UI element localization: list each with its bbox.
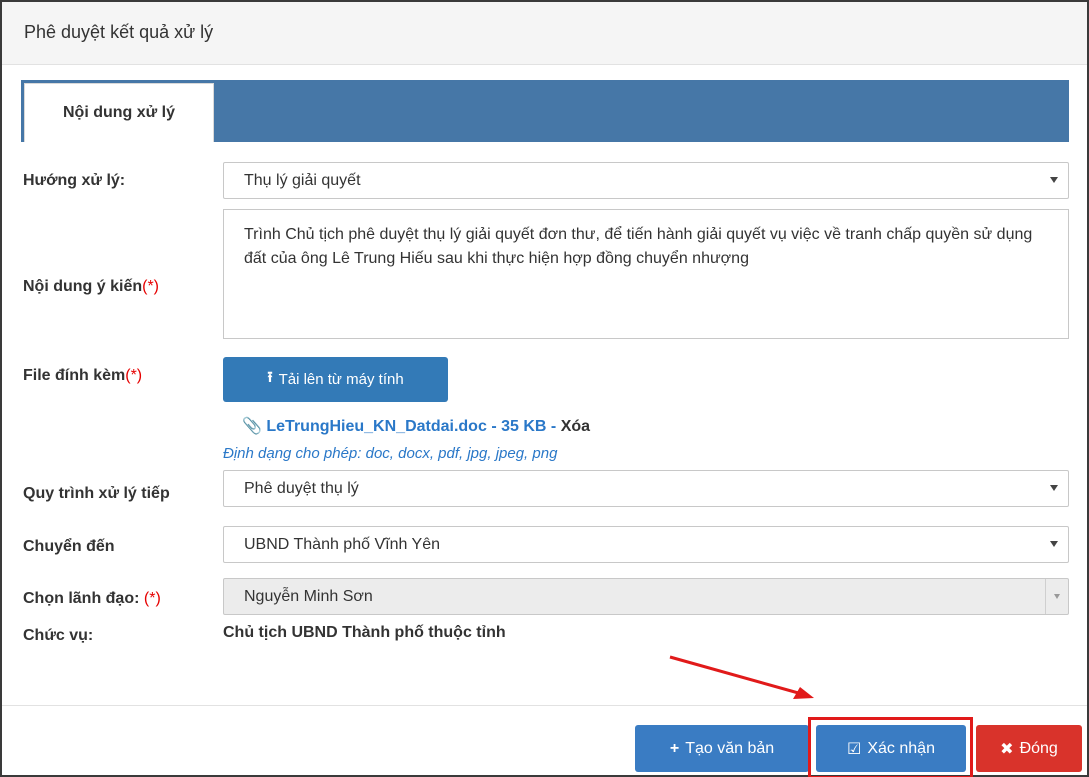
tab-label: Nội dung xử lý <box>62 104 176 121</box>
upload-icon: ⭱ <box>267 369 273 386</box>
handling-select[interactable]: Thụ lý giải quyết <box>223 162 1069 199</box>
opinion-textarea[interactable]: Trình Chủ tịch phê duyệt thụ lý giải quy… <box>223 209 1069 339</box>
position-value: Chủ tịch UBND Thành phố thuộc tỉnh <box>223 624 506 641</box>
paperclip-icon: 📎 <box>242 418 262 435</box>
next-process-select[interactable]: Phê duyệt thụ lý <box>223 470 1069 507</box>
chevron-down-icon <box>1050 177 1058 183</box>
transfer-select[interactable]: UBND Thành phố Vĩnh Yên <box>223 526 1069 563</box>
close-icon: ✖ <box>1000 740 1014 758</box>
transfer-label: Chuyển đến <box>23 538 115 555</box>
position-label: Chức vụ: <box>23 627 94 644</box>
modal-header: Phê duyệt kết quả xử lý <box>2 2 1087 65</box>
check-square-icon: ☑ <box>847 740 862 758</box>
next-process-value: Phê duyệt thụ lý <box>244 480 359 497</box>
handling-label: Hướng xử lý: <box>23 172 126 189</box>
close-button[interactable]: ✖ Đóng <box>976 725 1082 772</box>
tab-bar: Nội dung xử lý <box>21 80 1069 142</box>
attachment-label: File đính kèm(*) <box>23 367 143 384</box>
next-process-label: Quy trình xử lý tiếp <box>23 485 170 502</box>
handling-value: Thụ lý giải quyết <box>244 172 361 189</box>
file-size: 35 KB <box>501 418 547 435</box>
tab-processing-content[interactable]: Nội dung xử lý <box>24 83 214 142</box>
footer-divider <box>2 705 1087 706</box>
attached-file: 📎 LeTrungHieu_KN_Datdai.doc - 35 KB - Xó… <box>242 418 591 435</box>
file-name-link[interactable]: LeTrungHieu_KN_Datdai.doc <box>266 418 486 435</box>
leader-select[interactable]: Nguyễn Minh Sơn <box>223 578 1069 615</box>
transfer-value: UBND Thành phố Vĩnh Yên <box>244 536 440 553</box>
upload-button[interactable]: ⭱ Tải lên từ máy tính <box>223 357 448 402</box>
approval-modal: Phê duyệt kết quả xử lý Nội dung xử lý H… <box>0 0 1089 777</box>
plus-icon: + <box>669 739 680 757</box>
modal-title: Phê duyệt kết quả xử lý <box>24 22 214 42</box>
confirm-button[interactable]: ☑ Xác nhận <box>816 725 966 772</box>
create-document-button[interactable]: + Tạo văn bản <box>635 725 809 772</box>
allowed-formats: Định dạng cho phép: doc, docx, pdf, jpg,… <box>223 445 558 462</box>
leader-value: Nguyễn Minh Sơn <box>244 588 373 605</box>
leader-label: Chọn lãnh đạo: (*) <box>23 590 161 607</box>
file-delete-link[interactable]: Xóa <box>561 418 590 435</box>
chevron-down-icon <box>1054 594 1060 599</box>
opinion-label: Nội dung ý kiến(*) <box>23 278 160 295</box>
chevron-down-icon <box>1050 541 1058 547</box>
annotation-arrow-icon <box>669 655 814 699</box>
chevron-down-icon <box>1050 485 1058 491</box>
